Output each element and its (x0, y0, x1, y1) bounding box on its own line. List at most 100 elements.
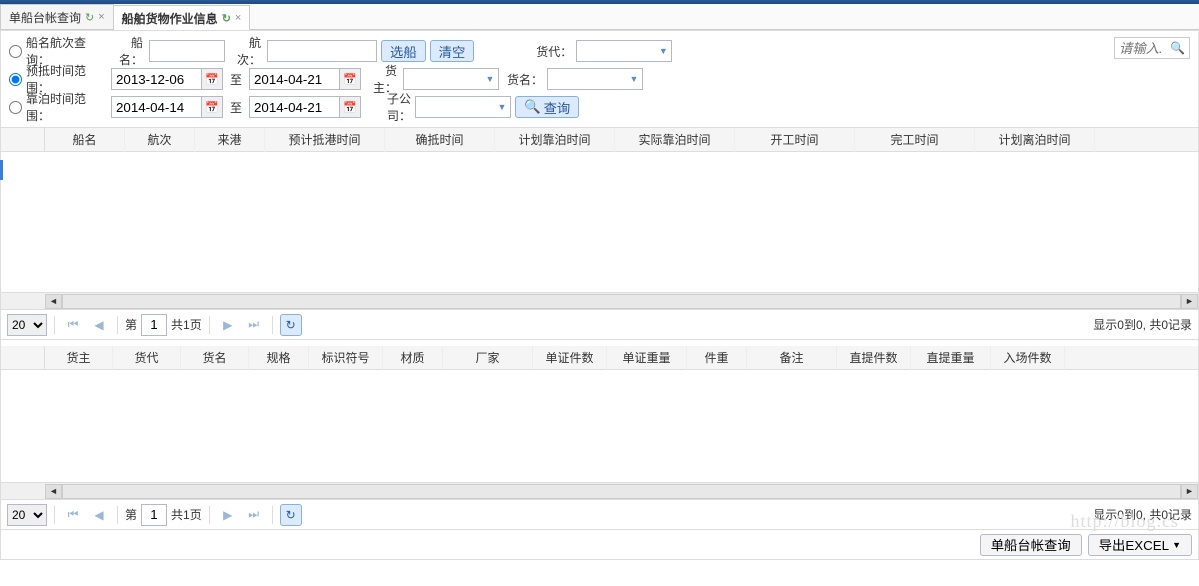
berth-to-input[interactable] (249, 96, 339, 118)
ship-name-label: 船名： (111, 34, 145, 68)
column-header[interactable]: 货名 (181, 346, 249, 370)
page-number-input[interactable] (141, 314, 167, 336)
cargo-grid: 货主货代货名规格标识符号材质厂家单证件数单证重量件重备注直提件数直提重量入场件数… (0, 346, 1199, 530)
agent-input[interactable] (577, 41, 655, 61)
calendar-icon[interactable]: 📅 (339, 96, 361, 118)
scroll-left-icon[interactable]: ◄ (45, 484, 62, 499)
scroll-right-icon[interactable]: ► (1181, 484, 1198, 499)
voyage-input[interactable] (267, 40, 377, 62)
radio-berth-range-input[interactable] (9, 101, 22, 114)
query-button[interactable]: 🔍 查询 (515, 96, 579, 118)
prev-page-button[interactable]: ◀ (88, 504, 110, 526)
subsidiary-combo[interactable]: ▼ (415, 96, 511, 118)
column-header[interactable]: 规格 (249, 346, 309, 370)
column-header[interactable]: 货主 (45, 346, 113, 370)
owner-combo[interactable]: ▼ (403, 68, 499, 90)
tab-ledger[interactable]: 单船台帐查询 ↻ × (0, 4, 114, 29)
filter-panel: 🔍 船名航次查询： 船名： 航次： 选船 清空 货代： ▼ 预抵时间范围： 📅 … (0, 30, 1199, 128)
column-header[interactable]: 计划离泊时间 (975, 128, 1095, 152)
side-indicator (0, 160, 3, 180)
column-header[interactable]: 航次 (125, 128, 195, 152)
column-header[interactable]: 货代 (113, 346, 181, 370)
first-page-button[interactable]: ⏮ (62, 314, 84, 336)
scroll-track[interactable] (62, 294, 1181, 309)
ship-name-input[interactable] (149, 40, 225, 62)
scroll-right-icon[interactable]: ► (1181, 294, 1198, 309)
agent-combo[interactable]: ▼ (576, 40, 672, 62)
prev-page-button[interactable]: ◀ (88, 314, 110, 336)
column-header[interactable]: 来港 (195, 128, 265, 152)
page-number-input[interactable] (141, 504, 167, 526)
page-size-select[interactable]: 20 (7, 504, 47, 526)
cargo-combo[interactable]: ▼ (547, 68, 643, 90)
column-header[interactable]: 开工时间 (735, 128, 855, 152)
eta-to-input[interactable] (249, 68, 339, 90)
calendar-icon[interactable]: 📅 (339, 68, 361, 90)
pager-status: 显示0到0, 共0记录 (1093, 506, 1192, 523)
column-header[interactable]: 确抵时间 (385, 128, 495, 152)
chevron-down-icon[interactable]: ▼ (655, 46, 671, 56)
agent-label: 货代： (522, 43, 572, 60)
export-excel-button[interactable]: 导出EXCEL ▼ (1088, 534, 1192, 556)
column-header[interactable]: 实际靠泊时间 (615, 128, 735, 152)
page-size-select[interactable]: 20 (7, 314, 47, 336)
global-search: 🔍 (1114, 37, 1190, 59)
scroll-left-icon[interactable]: ◄ (45, 294, 62, 309)
column-header[interactable]: 厂家 (443, 346, 533, 370)
close-icon[interactable]: × (98, 11, 104, 23)
cargo-input[interactable] (548, 69, 626, 89)
subsidiary-input[interactable] (416, 97, 494, 117)
refresh-icon[interactable]: ↻ (222, 12, 231, 25)
column-header[interactable]: 预计抵港时间 (265, 128, 385, 152)
column-header[interactable]: 标识符号 (309, 346, 383, 370)
calendar-icon[interactable]: 📅 (201, 96, 223, 118)
grid-header: 货主货代货名规格标识符号材质厂家单证件数单证重量件重备注直提件数直提重量入场件数 (1, 346, 1198, 370)
column-header[interactable]: 入场件数 (991, 346, 1065, 370)
subsidiary-label: 子公司： (365, 90, 411, 124)
horizontal-scrollbar[interactable]: ◄ ► (1, 482, 1198, 499)
column-header[interactable]: 备注 (747, 346, 837, 370)
clear-button[interactable]: 清空 (430, 40, 475, 62)
column-header[interactable]: 单证重量 (607, 346, 687, 370)
last-page-button[interactable]: ⏭ (243, 504, 265, 526)
pager: 20 ⏮ ◀ 第 共1页 ▶ ⏭ ↻ 显示0到0, 共0记录 (1, 309, 1198, 339)
grid-body (1, 152, 1198, 292)
chevron-down-icon[interactable]: ▼ (494, 102, 510, 112)
refresh-button[interactable]: ↻ (280, 314, 302, 336)
horizontal-scrollbar[interactable]: ◄ ► (1, 292, 1198, 309)
next-page-button[interactable]: ▶ (217, 314, 239, 336)
column-header[interactable]: 计划靠泊时间 (495, 128, 615, 152)
select-ship-button[interactable]: 选船 (381, 40, 426, 62)
radio-berth-range[interactable]: 靠泊时间范围： (9, 90, 107, 124)
column-header[interactable]: 完工时间 (855, 128, 975, 152)
radio-eta-range-input[interactable] (9, 73, 22, 86)
scroll-track[interactable] (62, 484, 1181, 499)
close-icon[interactable]: × (235, 12, 241, 24)
grid-header: 船名航次来港预计抵港时间确抵时间计划靠泊时间实际靠泊时间开工时间完工时间计划离泊… (1, 128, 1198, 152)
radio-ship-voyage-input[interactable] (9, 45, 22, 58)
tab-label: 单船台帐查询 (9, 9, 81, 26)
column-header[interactable]: 船名 (45, 128, 125, 152)
search-icon[interactable]: 🔍 (1166, 41, 1189, 55)
chevron-down-icon[interactable]: ▼ (626, 74, 642, 84)
calendar-icon[interactable]: 📅 (201, 68, 223, 90)
refresh-icon[interactable]: ↻ (85, 11, 94, 24)
column-header[interactable]: 直提件数 (837, 346, 911, 370)
owner-input[interactable] (404, 69, 482, 89)
refresh-button[interactable]: ↻ (280, 504, 302, 526)
chevron-down-icon[interactable]: ▼ (482, 74, 498, 84)
column-header[interactable]: 直提重量 (911, 346, 991, 370)
column-header[interactable]: 单证件数 (533, 346, 607, 370)
berth-from-input[interactable] (111, 96, 201, 118)
eta-to-date: 📅 (249, 68, 361, 90)
last-page-button[interactable]: ⏭ (243, 314, 265, 336)
search-input[interactable] (1115, 41, 1166, 56)
eta-from-input[interactable] (111, 68, 201, 90)
ledger-query-button[interactable]: 单船台帐查询 (980, 534, 1082, 556)
to-label: 至 (227, 99, 245, 116)
column-header[interactable]: 材质 (383, 346, 443, 370)
column-header[interactable]: 件重 (687, 346, 747, 370)
next-page-button[interactable]: ▶ (217, 504, 239, 526)
first-page-button[interactable]: ⏮ (62, 504, 84, 526)
tab-cargo-ops[interactable]: 船舶货物作业信息 ↻ × (113, 5, 251, 30)
